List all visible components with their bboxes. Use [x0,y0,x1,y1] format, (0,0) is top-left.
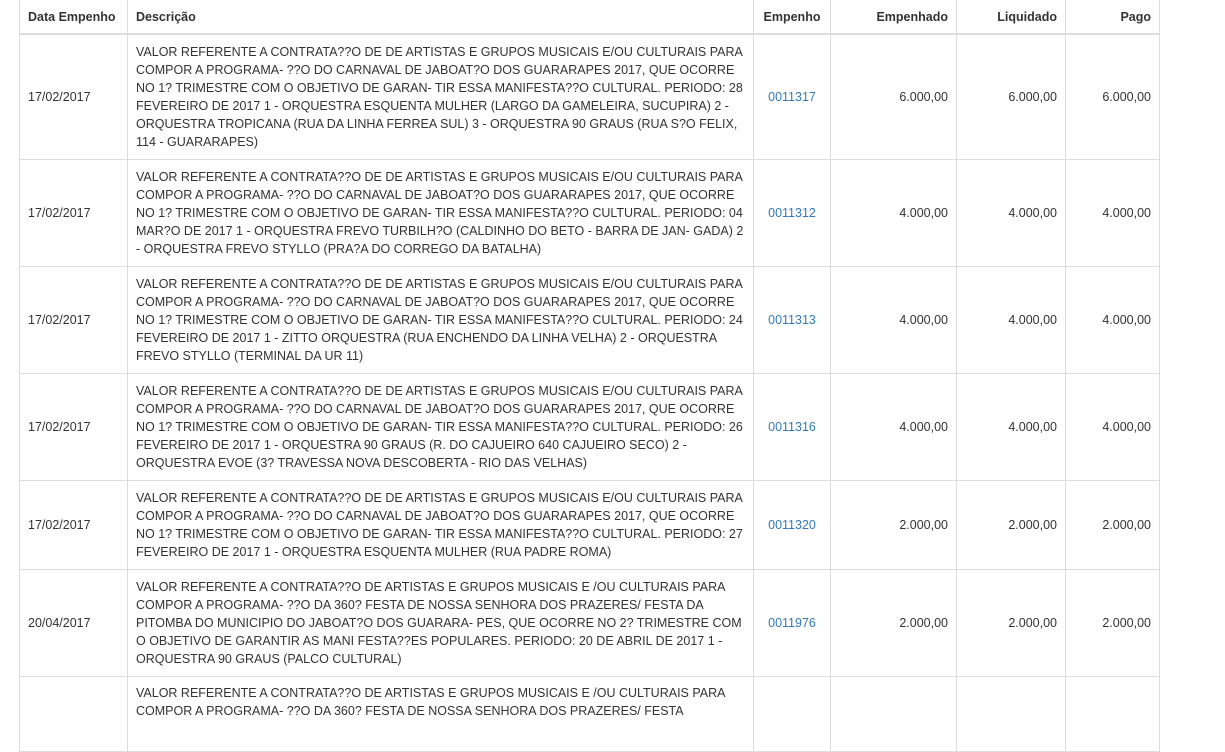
cell-liquidado: 6.000,00 [956,33,1066,160]
cell-empenho [753,676,831,752]
cell-empenho: 0011316 [753,373,831,481]
cell-pago: 4.000,00 [1065,159,1160,267]
table-row: VALOR REFERENTE A CONTRATA??O DE ARTISTA… [19,676,1160,752]
cell-date: 17/02/2017 [19,266,128,374]
cell-empenho: 0011312 [753,159,831,267]
header-descricao[interactable]: Descrição [127,0,754,35]
cell-date: 17/02/2017 [19,480,128,570]
cell-date [19,676,128,752]
cell-empenho: 0011320 [753,480,831,570]
empenho-link[interactable]: 0011313 [768,313,816,327]
table-row: 17/02/2017 VALOR REFERENTE A CONTRATA??O… [19,373,1160,481]
table-row: 20/04/2017 VALOR REFERENTE A CONTRATA??O… [19,569,1160,677]
table-row: 17/02/2017 VALOR REFERENTE A CONTRATA??O… [19,480,1160,570]
cell-description: VALOR REFERENTE A CONTRATA??O DE DE ARTI… [127,33,754,160]
cell-pago: 6.000,00 [1065,33,1160,160]
cell-liquidado: 2.000,00 [956,569,1066,677]
cell-pago: 2.000,00 [1065,480,1160,570]
empenhos-table-container: Data Empenho Descrição Empenho Empenhado… [19,0,1160,752]
cell-pago: 4.000,00 [1065,373,1160,481]
cell-description: VALOR REFERENTE A CONTRATA??O DE DE ARTI… [127,480,754,570]
cell-pago [1065,676,1160,752]
cell-description: VALOR REFERENTE A CONTRATA??O DE DE ARTI… [127,373,754,481]
cell-date: 17/02/2017 [19,33,128,160]
header-empenho[interactable]: Empenho [753,0,831,35]
empenhos-table: Data Empenho Descrição Empenho Empenhado… [19,0,1160,752]
cell-liquidado: 4.000,00 [956,266,1066,374]
table-row: 17/02/2017 VALOR REFERENTE A CONTRATA??O… [19,266,1160,374]
cell-empenhado: 4.000,00 [830,373,957,481]
cell-liquidado: 4.000,00 [956,373,1066,481]
cell-date: 17/02/2017 [19,159,128,267]
empenho-link[interactable]: 0011320 [768,518,816,532]
cell-empenhado: 4.000,00 [830,159,957,267]
cell-empenhado: 4.000,00 [830,266,957,374]
cell-date: 17/02/2017 [19,373,128,481]
cell-liquidado: 2.000,00 [956,480,1066,570]
cell-empenhado: 2.000,00 [830,480,957,570]
cell-empenho: 0011317 [753,33,831,160]
empenho-link[interactable]: 0011312 [768,206,816,220]
header-data-empenho[interactable]: Data Empenho [19,0,128,35]
cell-empenho: 0011313 [753,266,831,374]
cell-empenhado: 2.000,00 [830,569,957,677]
table-row: 17/02/2017 VALOR REFERENTE A CONTRATA??O… [19,159,1160,267]
header-liquidado[interactable]: Liquidado [956,0,1066,35]
empenho-link[interactable]: 0011316 [768,420,816,434]
cell-pago: 4.000,00 [1065,266,1160,374]
empenho-link[interactable]: 0011976 [768,616,816,630]
cell-pago: 2.000,00 [1065,569,1160,677]
cell-empenho: 0011976 [753,569,831,677]
table-body: 17/02/2017 VALOR REFERENTE A CONTRATA??O… [19,33,1160,752]
header-empenhado[interactable]: Empenhado [830,0,957,35]
header-pago[interactable]: Pago [1065,0,1160,35]
cell-description: VALOR REFERENTE A CONTRATA??O DE DE ARTI… [127,159,754,267]
cell-liquidado: 4.000,00 [956,159,1066,267]
cell-date: 20/04/2017 [19,569,128,677]
empenho-link[interactable]: 0011317 [768,90,816,104]
cell-description: VALOR REFERENTE A CONTRATA??O DE ARTISTA… [127,676,754,752]
header-row: Data Empenho Descrição Empenho Empenhado… [19,0,1160,35]
cell-description: VALOR REFERENTE A CONTRATA??O DE ARTISTA… [127,569,754,677]
cell-description: VALOR REFERENTE A CONTRATA??O DE DE ARTI… [127,266,754,374]
cell-empenhado: 6.000,00 [830,33,957,160]
cell-empenhado [830,676,957,752]
cell-liquidado [956,676,1066,752]
table-row: 17/02/2017 VALOR REFERENTE A CONTRATA??O… [19,33,1160,160]
table-header: Data Empenho Descrição Empenho Empenhado… [19,0,1160,35]
